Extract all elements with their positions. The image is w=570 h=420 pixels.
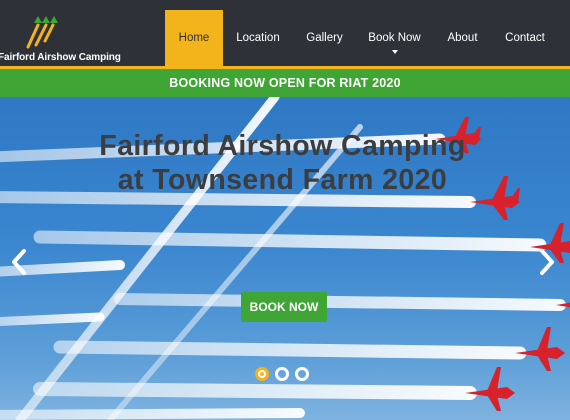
chevron-left-icon [12, 249, 26, 275]
logo-text: Fairford Airshow Camping [0, 52, 121, 63]
carousel-dot-1[interactable] [255, 367, 269, 381]
nav-home[interactable]: Home [165, 10, 223, 66]
carousel-indicators [255, 367, 309, 381]
nav-contact[interactable]: Contact [492, 10, 558, 66]
nav-book-now[interactable]: Book Now [356, 10, 433, 66]
site-logo[interactable]: Fairford Airshow Camping [0, 14, 121, 64]
booking-banner[interactable]: BOOKING NOW OPEN FOR RIAT 2020 [0, 69, 570, 97]
nav-about[interactable]: About [433, 10, 492, 66]
carousel-next-button[interactable] [536, 247, 558, 277]
book-now-button[interactable]: BOOK NOW [241, 292, 327, 322]
hero-title-line-2: at Townsend Farm 2020 [117, 164, 448, 196]
nav-gallery[interactable]: Gallery [293, 10, 356, 66]
jets-logo-icon [26, 16, 58, 49]
nav-gallery-label: Gallery [306, 32, 343, 44]
booking-banner-text: BOOKING NOW OPEN FOR RIAT 2020 [169, 76, 401, 90]
site-header: Fairford Airshow Camping Home Location G… [0, 0, 570, 66]
hero-title: Fairford Airshow Camping at Townsend Far… [0, 129, 565, 197]
chevron-right-icon [540, 249, 554, 275]
nav-location-label: Location [236, 32, 280, 44]
nav-book-now-label: Book Now [368, 32, 421, 44]
main-nav: Home Location Gallery Book Now About Con… [165, 10, 558, 66]
hero-carousel: Fairford Airshow Camping at Townsend Far… [0, 97, 570, 420]
carousel-dot-2[interactable] [275, 367, 289, 381]
nav-contact-label: Contact [505, 32, 545, 44]
carousel-prev-button[interactable] [8, 247, 30, 277]
hero-title-line-1: Fairford Airshow Camping [99, 130, 466, 162]
dropdown-caret-icon [391, 50, 398, 54]
book-now-button-label: BOOK NOW [249, 300, 319, 314]
nav-home-label: Home [178, 32, 210, 44]
nav-location[interactable]: Location [223, 10, 293, 66]
nav-about-label: About [447, 32, 478, 44]
carousel-dot-3[interactable] [295, 367, 309, 381]
